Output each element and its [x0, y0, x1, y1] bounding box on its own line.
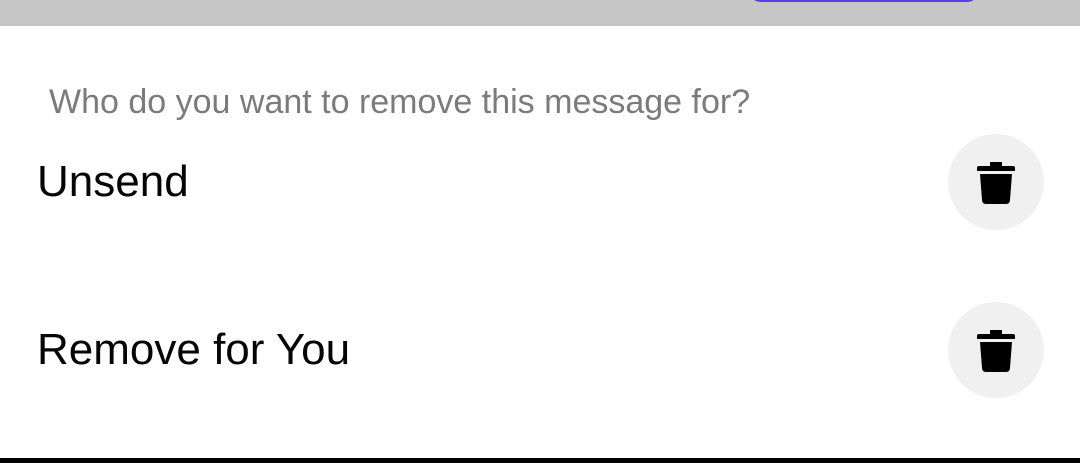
trash-icon: [977, 330, 1015, 372]
background-button: [748, 0, 980, 2]
bottom-edge: [0, 458, 1080, 463]
remove-for-you-icon-button[interactable]: [948, 302, 1044, 398]
unsend-label: Unsend: [37, 157, 189, 206]
remove-for-you-option[interactable]: Remove for You: [0, 275, 1080, 425]
background-scrim[interactable]: [0, 0, 1080, 26]
unsend-icon-button[interactable]: [948, 134, 1044, 230]
remove-for-you-label: Remove for You: [37, 325, 351, 374]
trash-icon: [977, 162, 1015, 204]
unsend-option[interactable]: Unsend: [0, 107, 1080, 257]
